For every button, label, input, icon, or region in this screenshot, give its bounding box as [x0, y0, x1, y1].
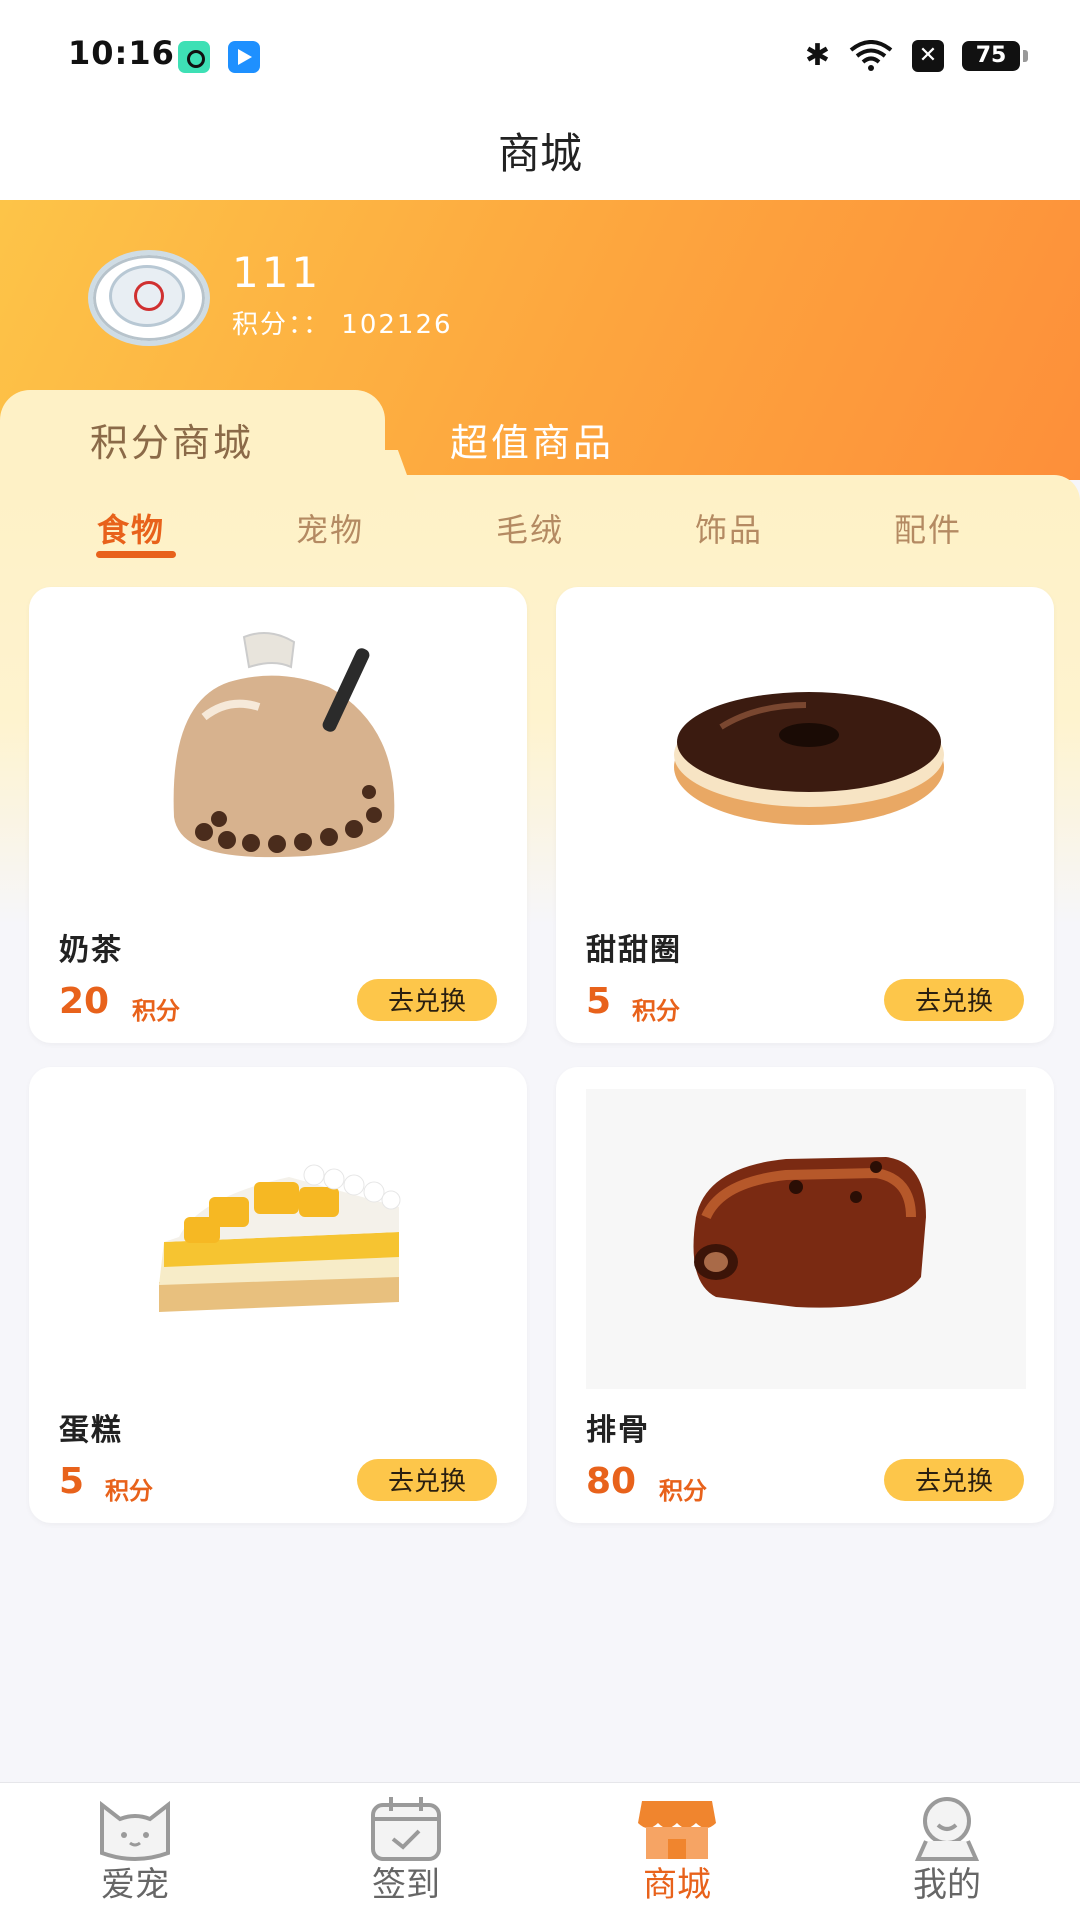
category-food[interactable]: 食物 [97, 505, 165, 551]
product-card[interactable]: 奶茶 20 积分 去兑换 [29, 587, 527, 1043]
product-name: 甜甜圈 [586, 933, 682, 968]
tab-value-products[interactable]: 超值商品 [450, 412, 614, 467]
page-title: 商城 [497, 129, 582, 178]
calendar-check-icon [371, 1797, 441, 1861]
ribs-image [586, 1089, 1026, 1389]
category-parts[interactable]: 配件 [894, 505, 962, 551]
category-accessory[interactable]: 饰品 [695, 505, 763, 551]
nav-item-store[interactable]: 商城 [597, 1793, 757, 1906]
nav-item-mine[interactable]: 我的 [867, 1793, 1027, 1906]
product-name: 排骨 [586, 1413, 650, 1448]
nav-item-checkin[interactable]: 签到 [326, 1793, 486, 1906]
product-card[interactable]: 排骨 80 积分 去兑换 [556, 1067, 1054, 1523]
wifi-icon [849, 39, 893, 71]
product-card[interactable]: 蛋糕 5 积分 去兑换 [29, 1067, 527, 1523]
points-summary: 积分：： 102126 [232, 304, 453, 341]
donut-image [674, 692, 944, 825]
product-price-unit: 积分 [132, 997, 180, 1025]
status-time: 10:16 [68, 34, 175, 72]
product-price-unit: 积分 [659, 1477, 707, 1505]
points-label: 积分：： [232, 310, 332, 340]
tab-points-store-label[interactable]: 积分商城 [90, 412, 254, 467]
cake-image [159, 1164, 401, 1312]
product-price-unit: 积分 [105, 1477, 153, 1505]
nav-label: 商城 [643, 1865, 711, 1905]
redeem-button[interactable]: 去兑换 [357, 979, 497, 1021]
username: 111 [232, 248, 322, 297]
title-bar: 商城 [0, 110, 1080, 200]
app-notification-icon [178, 41, 210, 73]
store-icon [638, 1801, 716, 1859]
bottom-navigation: 爱宠 签到 商城 我的 [0, 1782, 1080, 1921]
user-icon [914, 1797, 980, 1861]
product-card[interactable]: 甜甜圈 5 积分 去兑换 [556, 587, 1054, 1043]
app-notification-icon [228, 41, 260, 73]
points-value: 102126 [341, 310, 453, 340]
status-bar: 10:16 ✱ ✕ 75 [0, 0, 1080, 110]
sim-icon: ✕ [912, 39, 944, 72]
category-plush[interactable]: 毛绒 [496, 505, 564, 551]
cat-face-icon [100, 1800, 170, 1861]
milk-tea-image [173, 632, 395, 858]
nav-label: 爱宠 [101, 1865, 169, 1905]
product-price: 5 [586, 981, 612, 1022]
product-name: 蛋糕 [59, 1413, 123, 1448]
redeem-button[interactable]: 去兑换 [357, 1459, 497, 1501]
product-price: 20 [59, 981, 110, 1022]
bluetooth-icon: ✱ [804, 38, 830, 73]
category-active-indicator [96, 551, 176, 558]
product-price: 80 [586, 1461, 637, 1502]
nav-label: 我的 [913, 1865, 981, 1905]
avatar[interactable] [88, 250, 210, 346]
product-price: 5 [59, 1461, 85, 1502]
battery-icon: 75 [962, 40, 1028, 71]
product-name: 奶茶 [59, 933, 123, 968]
nav-item-pet[interactable]: 爱宠 [55, 1793, 215, 1906]
redeem-button[interactable]: 去兑换 [884, 979, 1024, 1021]
category-pet[interactable]: 宠物 [296, 505, 364, 551]
product-price-unit: 积分 [632, 997, 680, 1025]
redeem-button[interactable]: 去兑换 [884, 1459, 1024, 1501]
nav-label: 签到 [372, 1865, 440, 1905]
